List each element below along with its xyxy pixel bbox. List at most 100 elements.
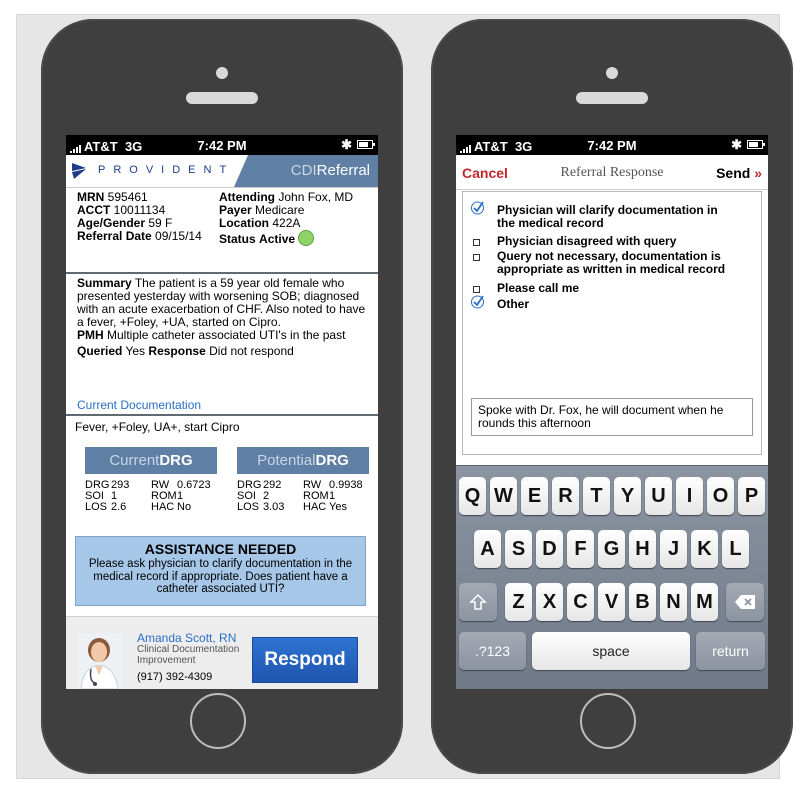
current-drg-title: CurrentDRG bbox=[85, 447, 217, 474]
option-text: Physician will clarify documentation in … bbox=[497, 203, 718, 230]
key[interactable]: C bbox=[567, 583, 594, 621]
key[interactable]: W bbox=[490, 477, 517, 515]
key[interactable]: S bbox=[505, 530, 532, 568]
summary-section: Summary The patient is a 59 year old fem… bbox=[77, 277, 367, 358]
current-documentation-text: Fever, +Foley, UA+, start Cipro bbox=[75, 420, 240, 434]
camera-icon bbox=[606, 67, 618, 79]
queried-value: Yes bbox=[125, 344, 146, 358]
avatar bbox=[77, 633, 122, 689]
contact-phone[interactable]: (917) 392-4309 bbox=[137, 672, 247, 683]
status-time: 7:42 PM bbox=[587, 138, 637, 153]
status-value: Active bbox=[259, 232, 296, 246]
patient-info-left: MRN 595461 ACCT 10011134 Age/Gender 59 F… bbox=[77, 191, 202, 243]
drg-key: LOS bbox=[85, 501, 108, 513]
current-drg-panel: CurrentDRG DRG 293 RW 0.6723 SOI 1 ROM1 LOS 2.… bbox=[85, 447, 217, 513]
send-label: Send bbox=[716, 165, 751, 181]
key[interactable]: U bbox=[645, 477, 672, 515]
phone-right: AT&T 3G 7:42 PM ✱ Cancel Referral Respon… bbox=[431, 19, 793, 774]
key[interactable]: Y bbox=[614, 477, 641, 515]
key[interactable]: M bbox=[691, 583, 718, 621]
key[interactable]: Q bbox=[459, 477, 486, 515]
current-drg-title-light: Current bbox=[109, 452, 160, 469]
drg-key: HAC bbox=[151, 501, 175, 513]
product-name-bold: Referral bbox=[316, 162, 370, 179]
option-text: Other bbox=[497, 297, 530, 311]
brand-logo-area: PROVIDENT bbox=[66, 155, 234, 187]
provident-logo-icon bbox=[72, 163, 86, 179]
space-key[interactable]: space bbox=[532, 632, 690, 670]
key[interactable]: I bbox=[676, 477, 703, 515]
return-key[interactable]: return bbox=[696, 632, 765, 670]
bluetooth-icon: ✱ bbox=[731, 137, 742, 152]
key[interactable]: V bbox=[598, 583, 625, 621]
brand-header: PROVIDENT CDIReferral bbox=[66, 155, 378, 188]
checkbox-icon bbox=[471, 235, 485, 249]
key[interactable]: R bbox=[552, 477, 579, 515]
contact-name[interactable]: Amanda Scott, RN bbox=[137, 632, 247, 644]
potential-drg-panel: PotentialDRG DRG 292 RW 0.9938 SOI 2 ROM1 LOS… bbox=[237, 447, 369, 513]
status-bar: AT&T 3G 7:42 PM ✱ bbox=[66, 135, 378, 155]
option-text: Query not necessary, documentation is ap… bbox=[497, 249, 726, 276]
key[interactable]: F bbox=[567, 530, 594, 568]
referral-date-value: 09/15/14 bbox=[155, 229, 202, 243]
status-bar: AT&T 3G 7:42 PM ✱ bbox=[456, 135, 768, 155]
nav-bar: Cancel Referral Response Send » bbox=[456, 155, 768, 190]
key[interactable]: N bbox=[660, 583, 687, 621]
potential-drg-title-light: Potential bbox=[257, 452, 316, 469]
attending-value: John Fox, MD bbox=[278, 190, 354, 204]
patient-info-right: Attending John Fox, MD Payer Medicare Lo… bbox=[219, 191, 353, 246]
phone-left: AT&T 3G 7:42 PM ✱ PROVIDENT CDIReferral bbox=[41, 19, 403, 774]
key[interactable]: D bbox=[536, 530, 563, 568]
assistance-text: Please ask physician to clarify document… bbox=[88, 558, 353, 595]
potential-drg-title: PotentialDRG bbox=[237, 447, 369, 474]
key[interactable]: L bbox=[722, 530, 749, 568]
pmh-label: PMH bbox=[77, 328, 104, 342]
background-panel: AT&T 3G 7:42 PM ✱ PROVIDENT CDIReferral bbox=[16, 14, 793, 779]
option-text: Physician disagreed with query bbox=[497, 234, 677, 248]
shift-key[interactable] bbox=[459, 583, 497, 621]
camera-icon bbox=[216, 67, 228, 79]
key[interactable]: H bbox=[629, 530, 656, 568]
key[interactable]: K bbox=[691, 530, 718, 568]
attending-label: Attending bbox=[219, 190, 275, 204]
drg-value: 293 bbox=[111, 479, 130, 491]
home-button[interactable] bbox=[190, 693, 246, 749]
key[interactable]: O bbox=[707, 477, 734, 515]
pmh-text: Multiple catheter associated UTI's in th… bbox=[107, 328, 346, 342]
key[interactable]: T bbox=[583, 477, 610, 515]
payer-value: Medicare bbox=[255, 203, 305, 217]
contact-info: Amanda Scott, RN Clinical Documentation … bbox=[137, 632, 247, 683]
age-label: Age/Gender bbox=[77, 216, 146, 230]
status-label: Status bbox=[219, 232, 256, 246]
drg-value: 292 bbox=[263, 479, 282, 491]
referral-response-screen: AT&T 3G 7:42 PM ✱ Cancel Referral Respon… bbox=[456, 135, 768, 689]
note-textarea[interactable]: Spoke with Dr. Fox, he will document whe… bbox=[471, 398, 753, 436]
key[interactable]: P bbox=[738, 477, 765, 515]
acct-label: ACCT bbox=[77, 203, 111, 217]
key[interactable]: X bbox=[536, 583, 563, 621]
current-drg-values: DRG 293 RW 0.6723 SOI 1 ROM1 LOS 2.6 HAC No bbox=[85, 480, 217, 513]
current-documentation-link[interactable]: Current Documentation bbox=[77, 398, 201, 412]
potential-drg-values: DRG 292 RW 0.9938 SOI 2 ROM1 LOS 3.03 HAC Yes bbox=[237, 480, 369, 513]
payer-label: Payer bbox=[219, 203, 252, 217]
respond-button[interactable]: Respond bbox=[252, 637, 358, 683]
key[interactable]: J bbox=[660, 530, 687, 568]
key[interactable]: B bbox=[629, 583, 656, 621]
drg-value: 2.6 bbox=[111, 501, 127, 513]
status-active-icon bbox=[298, 230, 315, 246]
divider bbox=[66, 272, 378, 274]
location-label: Location bbox=[219, 216, 269, 230]
numbers-key[interactable]: .?123 bbox=[459, 632, 526, 670]
key[interactable]: G bbox=[598, 530, 625, 568]
drg-key: HAC bbox=[303, 501, 327, 513]
backspace-key[interactable] bbox=[726, 583, 764, 621]
response-form: Physician will clarify documentation in … bbox=[462, 191, 762, 455]
key[interactable]: A bbox=[474, 530, 501, 568]
keyboard: Q W E R T Y U I O P A S D F G H J K L Z … bbox=[456, 465, 768, 689]
assistance-needed-box: ASSISTANCE NEEDED Please ask physician t… bbox=[75, 536, 366, 606]
home-button[interactable] bbox=[580, 693, 636, 749]
potential-drg-title-bold: DRG bbox=[315, 452, 349, 469]
send-button[interactable]: Send » bbox=[716, 165, 762, 181]
key[interactable]: Z bbox=[505, 583, 532, 621]
key[interactable]: E bbox=[521, 477, 548, 515]
